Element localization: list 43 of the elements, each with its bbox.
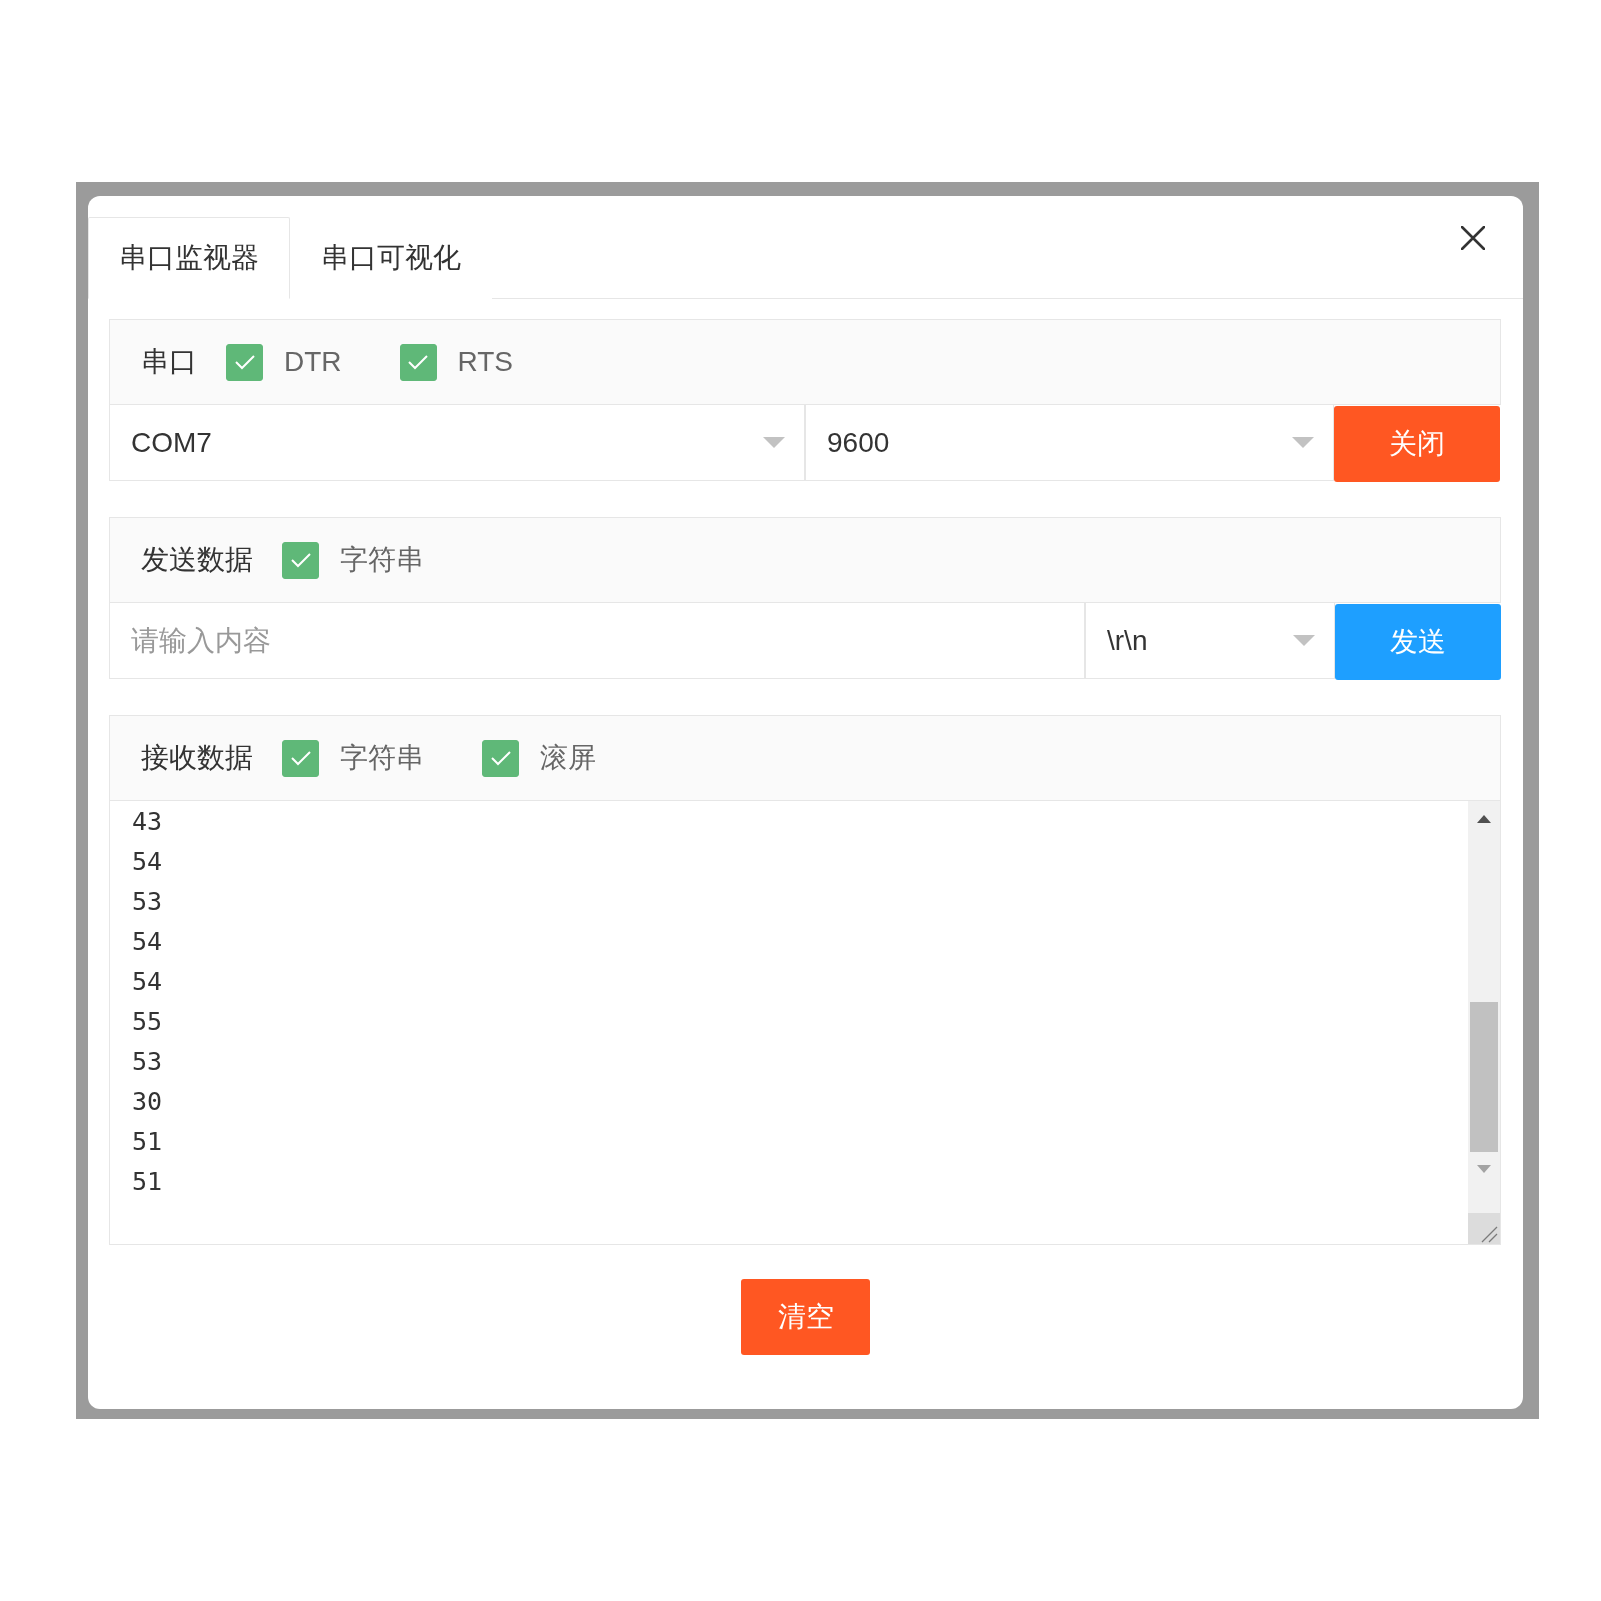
section-title: 接收数据 [141,741,253,775]
check-icon [233,354,256,370]
caret-icon [1292,437,1314,448]
scroll-up-icon[interactable] [1477,815,1491,823]
data-line: 54 [132,926,163,958]
scroll-down-icon[interactable] [1477,1165,1491,1173]
data-line: 43 [132,806,163,838]
check-icon [407,354,430,370]
checkbox-label: 字符串 [340,543,424,577]
send-input[interactable]: 请输入内容 [109,603,1085,679]
baud-select[interactable]: 9600 [805,405,1334,481]
checkbox-label: 字符串 [340,741,424,775]
data-line: 54 [132,966,163,998]
check-icon [289,552,312,568]
data-line: 53 [132,886,163,918]
checkbox-label: RTS [457,346,514,378]
data-line: 51 [132,1126,163,1158]
tab[interactable]: 串口监视器 [88,217,290,299]
resize-grip-icon[interactable] [1468,1213,1500,1244]
data-line: 51 [132,1166,163,1198]
caret-icon [1293,635,1315,646]
checkbox[interactable] [226,343,263,381]
receive-area[interactable]: 43 54 53 54 54 55 53 30 51 51 [109,801,1501,1245]
checkbox[interactable] [482,739,519,777]
check-icon [289,750,312,766]
checkbox[interactable] [399,343,437,381]
check-icon [489,750,512,766]
scrollbar-thumb[interactable] [1470,1002,1498,1152]
section-title: 发送数据 [141,543,253,577]
line-ending-select[interactable]: \r\n [1085,603,1335,679]
scrollbar[interactable] [1468,801,1500,1244]
data-line: 53 [132,1046,163,1078]
section-title: 串口 [141,345,197,379]
checkbox[interactable] [282,739,319,777]
data-line: 30 [132,1086,163,1118]
checkbox[interactable] [282,541,319,579]
data-line: 55 [132,1006,163,1038]
port-select[interactable]: COM7 [109,405,805,481]
caret-icon [763,437,785,448]
checkbox-label: DTR [284,346,342,378]
data-line: 54 [132,846,163,878]
close-icon[interactable] [1461,226,1485,250]
checkbox-label: 滚屏 [540,741,596,775]
